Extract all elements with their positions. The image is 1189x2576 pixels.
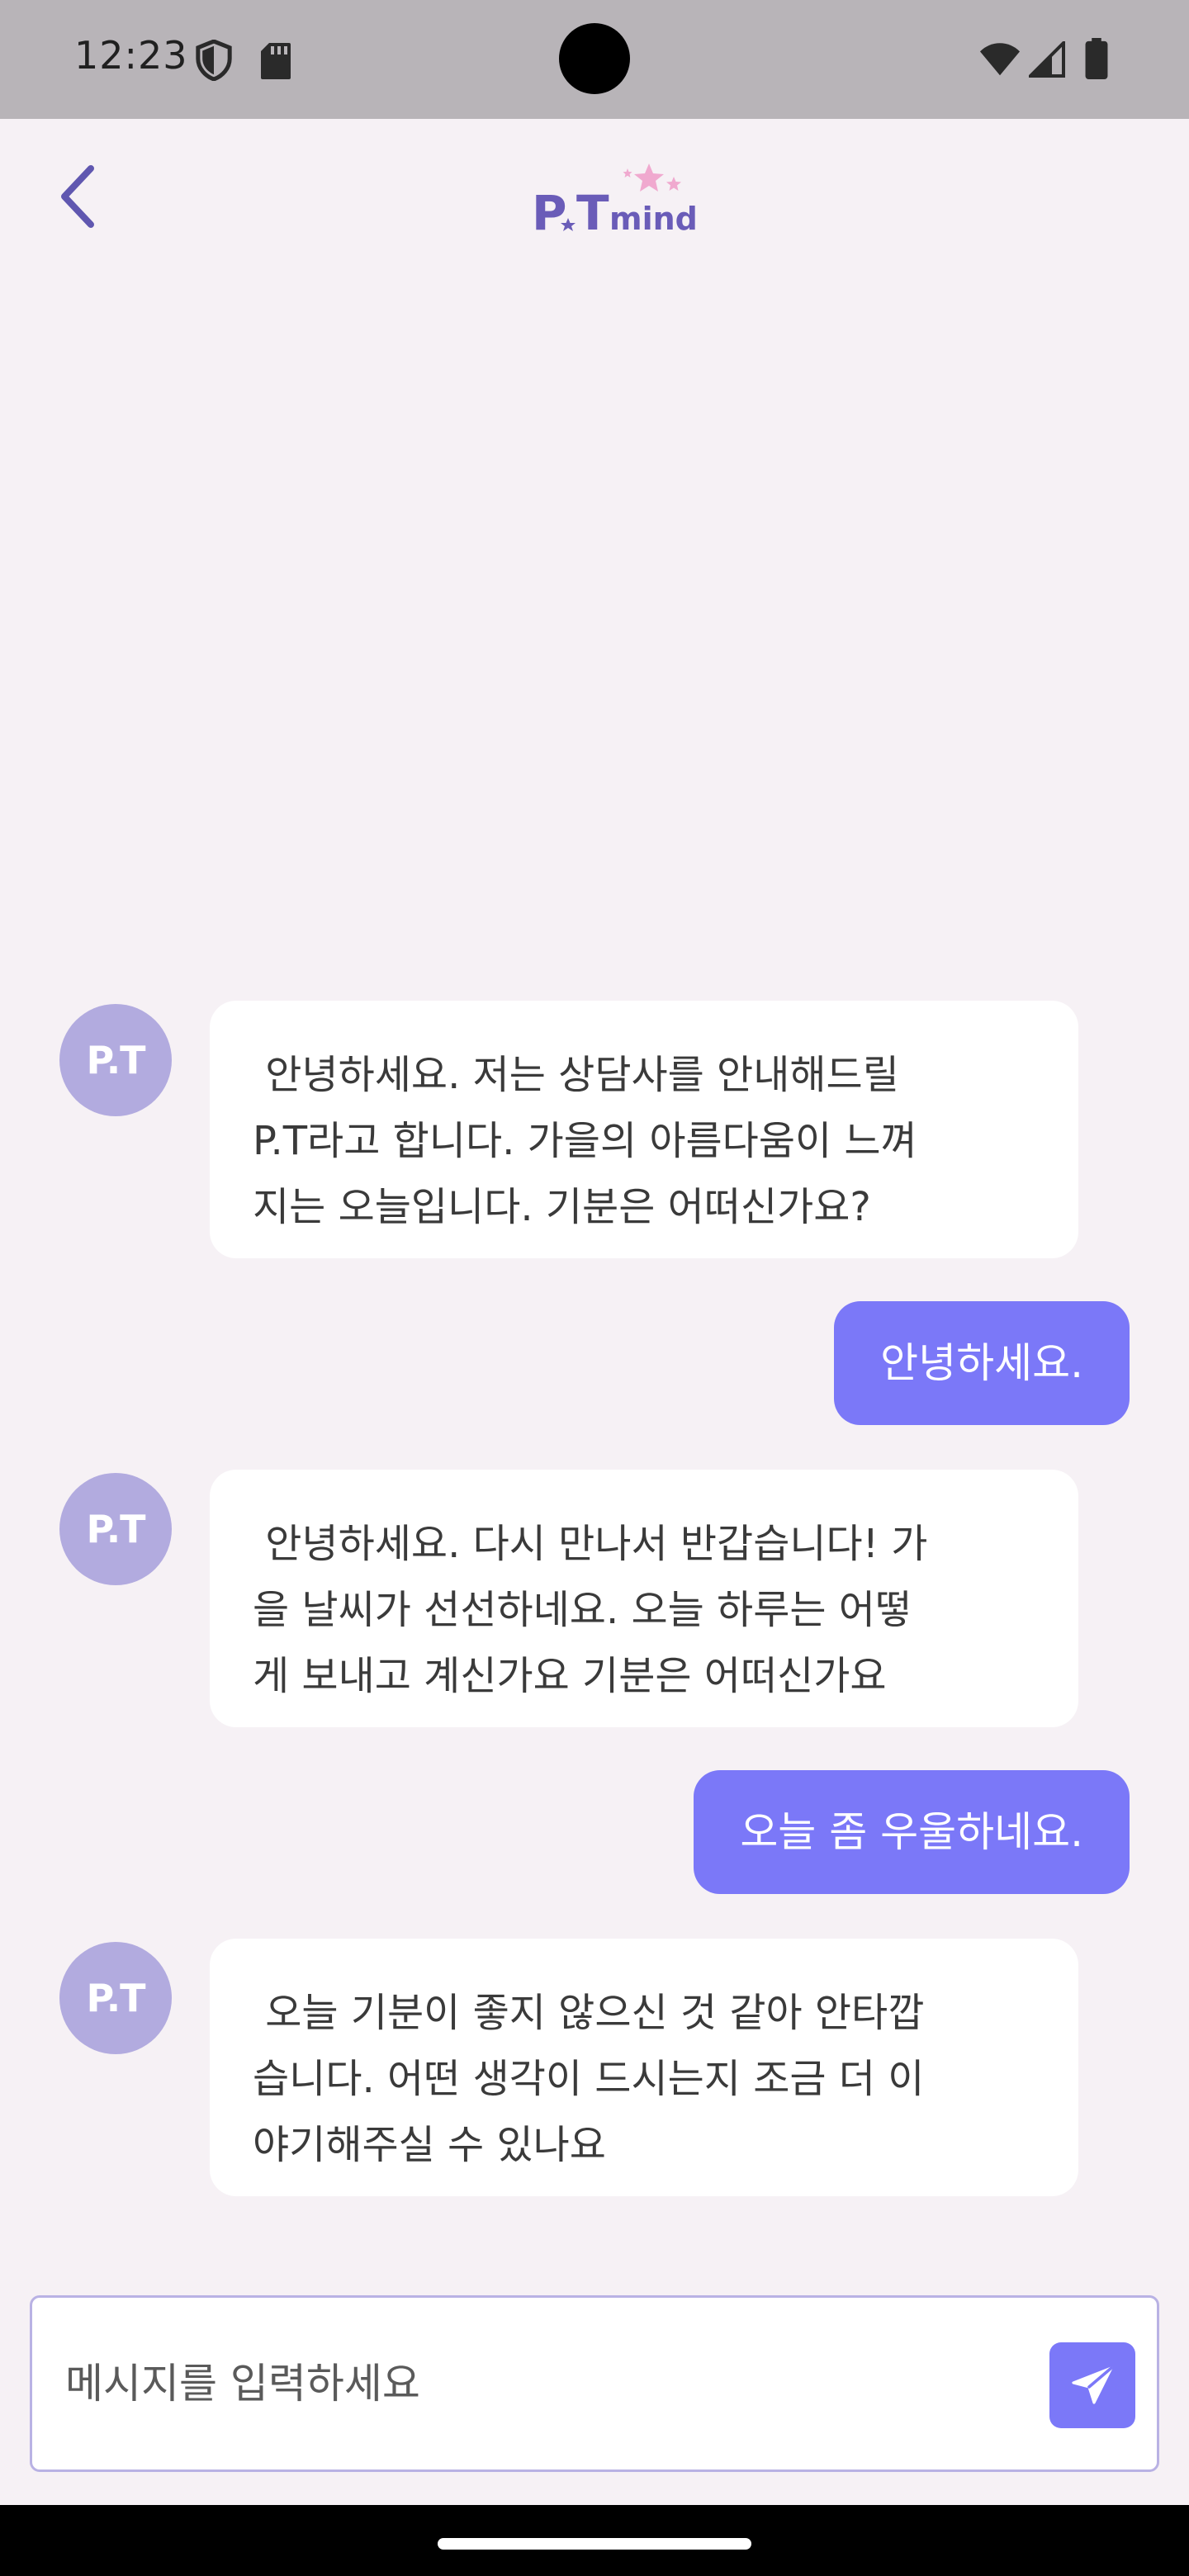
shield-icon [196, 40, 232, 81]
status-bar: 12:23 [0, 0, 1189, 119]
home-indicator[interactable] [438, 2538, 751, 2550]
bot-avatar: P.T [59, 1473, 172, 1585]
svg-text:mind: mind [609, 201, 698, 237]
svg-text:T: T [576, 185, 609, 239]
bot-message-bubble: 안녕하세요. 다시 만나서 반갑습니다! 가 을 날씨가 선선하네요. 오늘 하… [210, 1470, 1078, 1727]
bot-avatar: P.T [59, 1942, 172, 2054]
bot-avatar: P.T [59, 1004, 172, 1116]
bot-message-bubble: 오늘 기분이 좋지 않으신 것 같아 안타깝 습니다. 어떤 생각이 드시는지 … [210, 1939, 1078, 2196]
user-message-bubble: 오늘 좀 우울하네요. [694, 1770, 1130, 1894]
battery-icon [1085, 38, 1108, 79]
message-input[interactable] [65, 2342, 1023, 2425]
sd-card-icon [261, 43, 291, 79]
logo: P T mind [532, 163, 698, 239]
wifi-icon [979, 43, 1021, 76]
back-button[interactable] [51, 162, 104, 231]
chevron-left-icon [61, 165, 94, 228]
send-button[interactable] [1049, 2342, 1135, 2428]
bot-message-bubble: 안녕하세요. 저는 상담사를 안내해드릴 P.T라고 합니다. 가을의 아름다움… [210, 1001, 1078, 1258]
message-input-box [30, 2295, 1159, 2472]
camera-cutout [559, 23, 630, 94]
svg-text:P: P [532, 185, 567, 239]
navigation-bar [0, 2505, 1189, 2576]
user-message-bubble: 안녕하세요. [834, 1301, 1130, 1425]
status-time: 12:23 [74, 33, 188, 78]
send-icon [1072, 2366, 1113, 2404]
signal-icon [1029, 41, 1065, 78]
